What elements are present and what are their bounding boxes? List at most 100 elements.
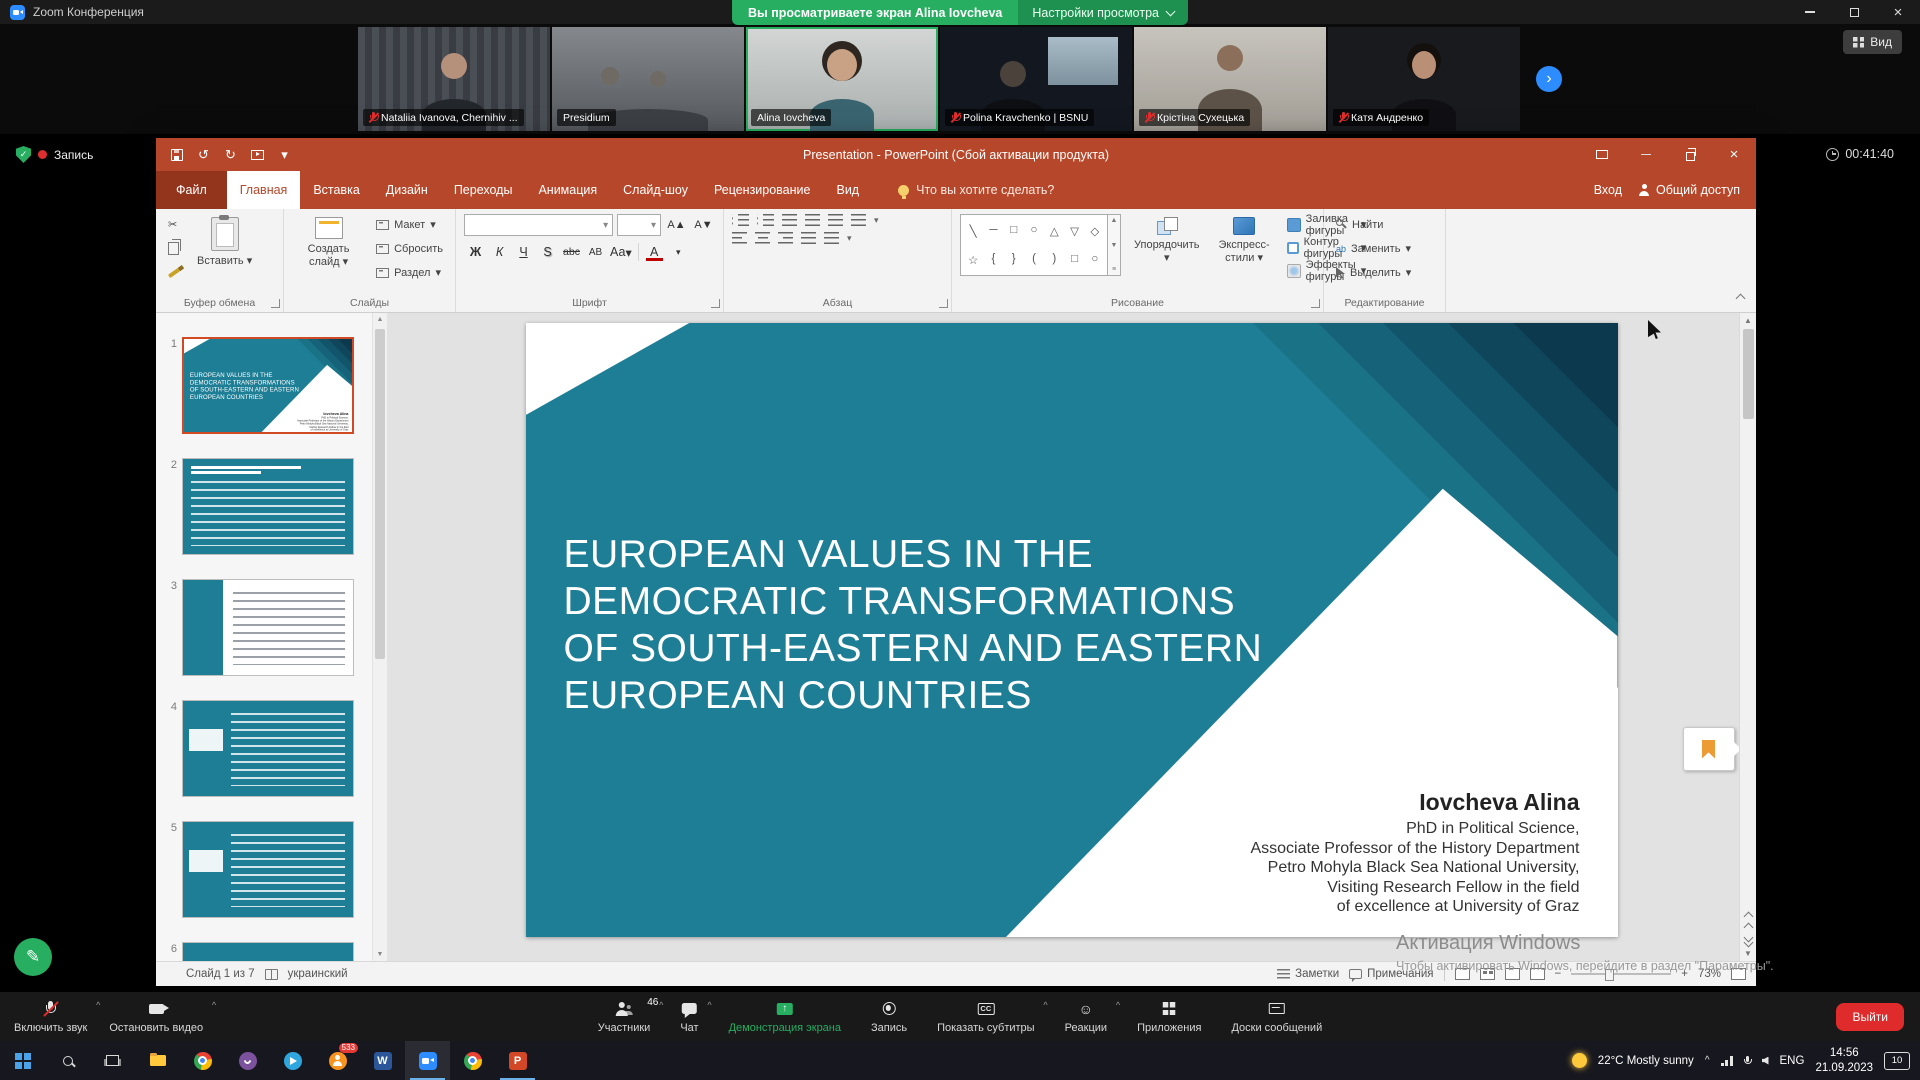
section-button[interactable]: Раздел ▾ [372,262,447,283]
font-name-combobox[interactable]: ▾ [464,214,613,236]
replace-button[interactable]: abЗаменить ▾ [1332,238,1415,259]
network-icon[interactable] [1721,1056,1733,1066]
current-slide[interactable]: EUROPEAN VALUES IN THE DEMOCRATIC TRANSF… [526,323,1618,937]
taskbar-search-button[interactable] [45,1041,90,1080]
increase-indent-icon[interactable] [805,214,820,226]
scroll-up-icon[interactable]: ▲ [1744,316,1752,325]
participant-video[interactable]: Presidium [552,27,744,131]
scroll-up-icon[interactable]: ▲ [373,316,387,323]
ribbon-display-options-button[interactable] [1580,138,1624,171]
copy-button[interactable] [164,238,184,259]
tab-home[interactable]: Главная [227,171,301,209]
align-dropdown-icon[interactable]: ▾ [847,233,852,244]
save-button[interactable] [164,142,189,168]
ppt-restore-button[interactable] [1668,138,1712,171]
undo-button[interactable]: ↺ [191,142,216,168]
chrome-button[interactable] [180,1041,225,1080]
arrange-button[interactable]: Упорядочить ▾ [1128,214,1205,294]
viber-button[interactable] [225,1041,270,1080]
underline-button[interactable]: Ч [512,242,535,262]
slide-thumbnail-1[interactable]: 1 EUROPEAN VALUES IN THE DEMOCRATIC TRAN… [162,337,372,434]
zoom-slider[interactable] [1571,973,1671,975]
participant-video[interactable]: Катя Андренко [1328,27,1520,131]
bullets-icon[interactable] [732,214,749,226]
align-right-icon[interactable] [778,232,793,244]
start-slideshow-button[interactable] [245,142,270,168]
word-button[interactable]: W [360,1041,405,1080]
tab-view[interactable]: Вид [823,171,872,209]
decrease-indent-icon[interactable] [782,214,797,226]
new-slide-button[interactable]: Создать слайд ▾ [292,214,365,294]
canvas-scrollbar[interactable]: ▲ ▼ [1739,313,1756,961]
zoom-view-button[interactable]: Вид [1843,30,1902,54]
dialog-launcher-icon[interactable] [271,299,280,308]
annotation-pencil-button[interactable]: ✎ [14,938,52,976]
collapse-ribbon-button[interactable] [1737,289,1744,307]
justify-icon[interactable] [801,232,816,244]
grow-font-button[interactable]: А▲ [665,215,688,235]
previous-slide-button[interactable] [1745,910,1752,931]
redo-button[interactable]: ↻ [218,142,243,168]
tab-slideshow[interactable]: Слайд-шоу [610,171,701,209]
text-shadow-button[interactable]: S [536,242,559,262]
comment-marker[interactable] [1683,727,1735,771]
paste-button[interactable]: Вставить ▾ [191,214,258,294]
captions-button[interactable]: ^ CC Показать субтитры [933,1000,1039,1034]
spellcheck-icon[interactable] [265,969,278,980]
tab-insert[interactable]: Вставка [300,171,372,209]
share-button[interactable]: Общий доступ [1638,183,1740,197]
telegram-button[interactable] [270,1041,315,1080]
weather-text[interactable]: 22°C Mostly sunny [1598,1055,1694,1067]
apps-button[interactable]: Приложения [1133,1000,1205,1034]
powerpoint-button[interactable]: P [495,1041,540,1080]
scroll-down-icon[interactable]: ▼ [373,951,387,958]
notes-button[interactable]: Заметки [1277,968,1339,980]
tab-transitions[interactable]: Переходы [441,171,526,209]
layout-button[interactable]: Макет ▾ [372,214,447,235]
dialog-launcher-icon[interactable] [711,299,720,308]
scrollbar-thumb[interactable] [375,329,385,659]
security-shield-icon[interactable]: ✓ [16,146,31,163]
file-explorer-button[interactable] [135,1041,180,1080]
shrink-font-button[interactable]: А▼ [692,215,715,235]
tray-mic-icon[interactable] [1744,1056,1751,1066]
leave-meeting-button[interactable]: Выйти [1836,1003,1904,1031]
volume-icon[interactable] [1762,1057,1769,1065]
columns-dropdown-icon[interactable]: ▾ [874,215,879,226]
shapes-scroll[interactable]: ▲ ▼ ≡ [1108,214,1121,276]
tell-me-search[interactable]: Что вы хотите сделать? [898,171,1054,209]
select-button[interactable]: Выделить ▾ [1332,262,1415,283]
tab-design[interactable]: Дизайн [373,171,441,209]
align-left-icon[interactable] [732,232,747,244]
stop-video-button[interactable]: ^ Остановить видео [105,1000,207,1034]
quick-styles-button[interactable]: Экспресс-стили ▾ [1212,214,1275,294]
format-painter-button[interactable] [164,262,184,283]
slide-thumbnail-2[interactable]: 2 [162,458,372,555]
cut-button[interactable]: ✂ [164,214,184,235]
participant-video[interactable]: Polina Kravchenko | BSNU [940,27,1132,131]
text-direction-icon[interactable] [851,214,866,226]
whiteboards-button[interactable]: Доски сообщений [1227,1000,1326,1034]
participants-button[interactable]: ^ 46 Участники [594,1000,655,1034]
record-button[interactable]: Запись [867,1000,911,1034]
language-indicator[interactable]: украинский [288,968,348,980]
tab-review[interactable]: Рецензирование [701,171,824,209]
participant-video[interactable]: Nataliia Ivanova, Chernihiv ... [358,27,550,131]
align-center-icon[interactable] [755,232,770,244]
line-spacing-icon[interactable] [828,214,843,226]
strikethrough-button[interactable]: abc [560,242,583,262]
chrome-2-button[interactable] [450,1041,495,1080]
font-color-dropdown[interactable]: ▾ [667,242,690,262]
scroll-up-icon[interactable]: ▲ [1111,217,1118,224]
shapes-gallery[interactable]: ╲─□○△▽◇ ☆{}()□○ [960,214,1108,276]
participant-video-sharing[interactable]: Alina Iovcheva [746,27,938,131]
slide-thumbnail-3[interactable]: 3 [162,579,372,676]
next-participants-button[interactable]: › [1536,66,1562,92]
tab-animations[interactable]: Анимация [525,171,610,209]
panel-scrollbar[interactable]: ▲ ▼ [372,313,387,961]
find-button[interactable]: Найти [1332,214,1415,235]
dialog-launcher-icon[interactable] [1311,299,1320,308]
ppt-minimize-button[interactable] [1624,138,1668,171]
dialog-launcher-icon[interactable] [939,299,948,308]
social-app-button[interactable]: 533 [315,1041,360,1080]
